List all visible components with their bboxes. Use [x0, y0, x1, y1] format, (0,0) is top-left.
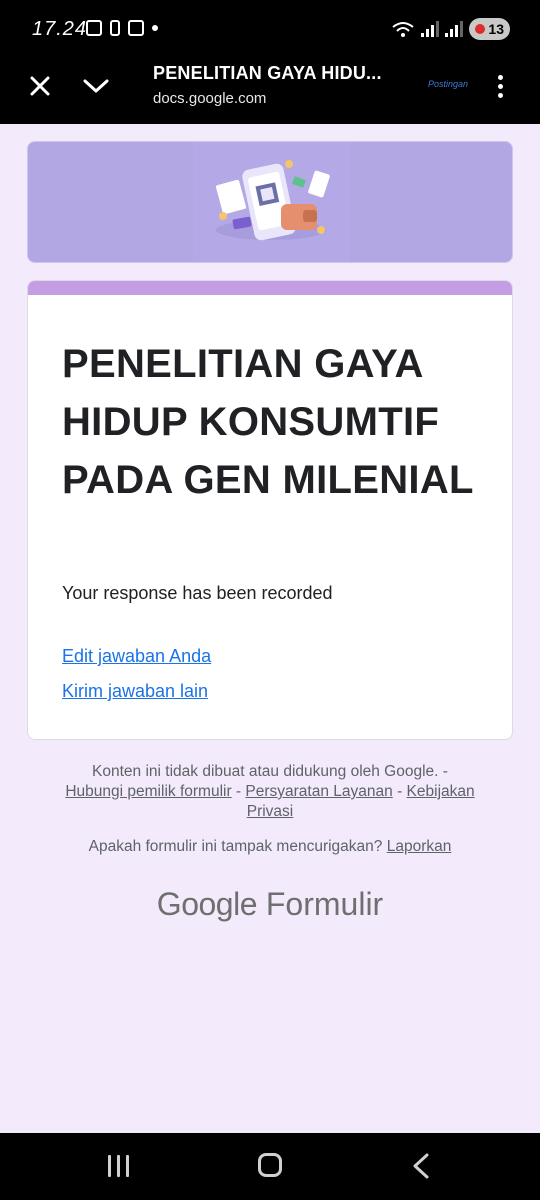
recent-apps-icon[interactable] — [108, 1155, 129, 1177]
chevron-down-icon[interactable] — [80, 70, 112, 102]
watermark: Postingan — [428, 79, 469, 89]
battery-level: 13 — [488, 21, 504, 37]
form-header-banner — [27, 141, 513, 263]
brand-forms: Formulir — [265, 886, 384, 922]
response-confirmation: Your response has been recorded — [62, 583, 333, 603]
disclaimer-text: Konten ini tidak dibuat atau didukung ol… — [92, 763, 448, 780]
more-options-icon[interactable] — [488, 70, 512, 102]
page-url: docs.google.com — [153, 90, 267, 107]
report-link[interactable]: Laporkan — [387, 838, 452, 855]
status-time: 17.24 — [32, 18, 88, 40]
battery-saver-icon — [475, 24, 486, 34]
separator: - — [231, 783, 246, 800]
alert-icon — [110, 20, 120, 36]
status-bar: 17.24 13 — [0, 0, 540, 58]
google-forms-logo[interactable]: Google Formulir — [0, 886, 540, 923]
wifi-icon — [392, 22, 415, 37]
system-icons: 13 — [391, 18, 510, 40]
home-icon[interactable] — [258, 1153, 282, 1177]
back-icon[interactable] — [410, 1153, 432, 1184]
screenshot-icon — [86, 20, 102, 36]
submit-another-link[interactable]: Kirim jawaban lain — [62, 681, 208, 702]
footer-disclaimer: Konten ini tidak dibuat atau didukung ol… — [40, 762, 500, 822]
more-notifications-icon — [152, 25, 158, 31]
gallery-icon — [128, 20, 144, 36]
system-navigation-bar — [0, 1133, 540, 1200]
terms-link[interactable]: Persyaratan Layanan — [245, 783, 392, 800]
report-line: Apakah formulir ini tampak mencurigakan?… — [40, 838, 500, 856]
page-title: PENELITIAN GAYA HIDU... — [153, 63, 382, 83]
signal-icon-1 — [421, 21, 440, 37]
separator: - — [392, 783, 407, 800]
signal-icon-2 — [445, 21, 464, 37]
card-accent-bar — [28, 281, 512, 295]
banner-illustration — [193, 142, 350, 262]
form-title: PENELITIAN GAYA HIDUP KONSUMTIF PADA GEN… — [62, 342, 474, 502]
response-card: PENELITIAN GAYA HIDUP KONSUMTIF PADA GEN… — [27, 280, 513, 740]
suspicious-question: Apakah formulir ini tampak mencurigakan? — [88, 838, 383, 855]
browser-toolbar: PENELITIAN GAYA HIDU... docs.google.com … — [0, 58, 540, 124]
brand-google: Google — [156, 886, 258, 922]
edit-response-link[interactable]: Edit jawaban Anda — [62, 646, 211, 667]
battery-indicator: 13 — [469, 18, 510, 40]
contact-owner-link[interactable]: Hubungi pemilik formulir — [65, 783, 231, 800]
notification-icons — [86, 20, 158, 36]
close-icon[interactable] — [24, 70, 56, 102]
